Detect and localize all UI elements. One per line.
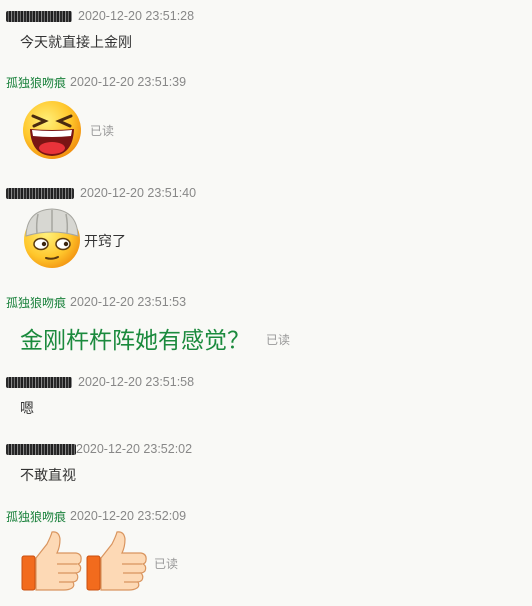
message-header: 2020-12-20 23:51:40 [6, 184, 196, 202]
message-header: 孤独狼吻痕 2020-12-20 23:51:53 [6, 293, 186, 311]
message-header: 2020-12-20 23:51:58 [6, 373, 194, 391]
message-timestamp: 2020-12-20 23:51:53 [70, 295, 187, 309]
laughing-emoji-icon [23, 101, 81, 159]
read-status: 已读 [90, 124, 115, 138]
message-timestamp: 2020-12-20 23:51:40 [80, 186, 197, 200]
message-timestamp: 2020-12-20 23:51:58 [78, 375, 195, 389]
read-status: 已读 [154, 557, 179, 571]
message-timestamp: 2020-12-20 23:51:39 [70, 75, 187, 89]
message-timestamp: 2020-12-20 23:52:09 [70, 509, 187, 523]
message-header: 孤独狼吻痕 2020-12-20 23:52:09 [6, 507, 186, 525]
message-timestamp: 2020-12-20 23:51:28 [78, 9, 195, 23]
message-text: 金刚杵杵阵她有感觉？ [20, 327, 250, 353]
thumbs-up-emoji-icon [86, 531, 147, 591]
sender-name[interactable]: 孤独狼吻痕 [6, 508, 66, 525]
read-status: 已读 [266, 333, 291, 347]
message-header: 孤独狼吻痕 2020-12-20 23:51:39 [6, 73, 186, 91]
message-text: 不敢直视 [20, 467, 76, 483]
redacted-sender-name [6, 10, 72, 22]
message-timestamp: 2020-12-20 23:52:02 [76, 442, 193, 456]
message-text: 开窍了 [84, 233, 126, 249]
sender-name[interactable]: 孤独狼吻痕 [6, 294, 66, 311]
message-text: 今天就直接上金刚 [20, 34, 132, 50]
sender-name[interactable]: 孤独狼吻痕 [6, 74, 66, 91]
message-header: 2020-12-20 23:51:28 [6, 7, 194, 25]
message-text: 嗯 [20, 400, 34, 416]
thumbs-up-emoji-icon [21, 531, 82, 591]
redacted-sender-name [6, 443, 76, 455]
message-header: 2020-12-20 23:52:02 [6, 440, 192, 458]
enlightened-emoji-icon [24, 208, 80, 268]
redacted-sender-name [6, 187, 74, 199]
redacted-sender-name [6, 376, 72, 388]
